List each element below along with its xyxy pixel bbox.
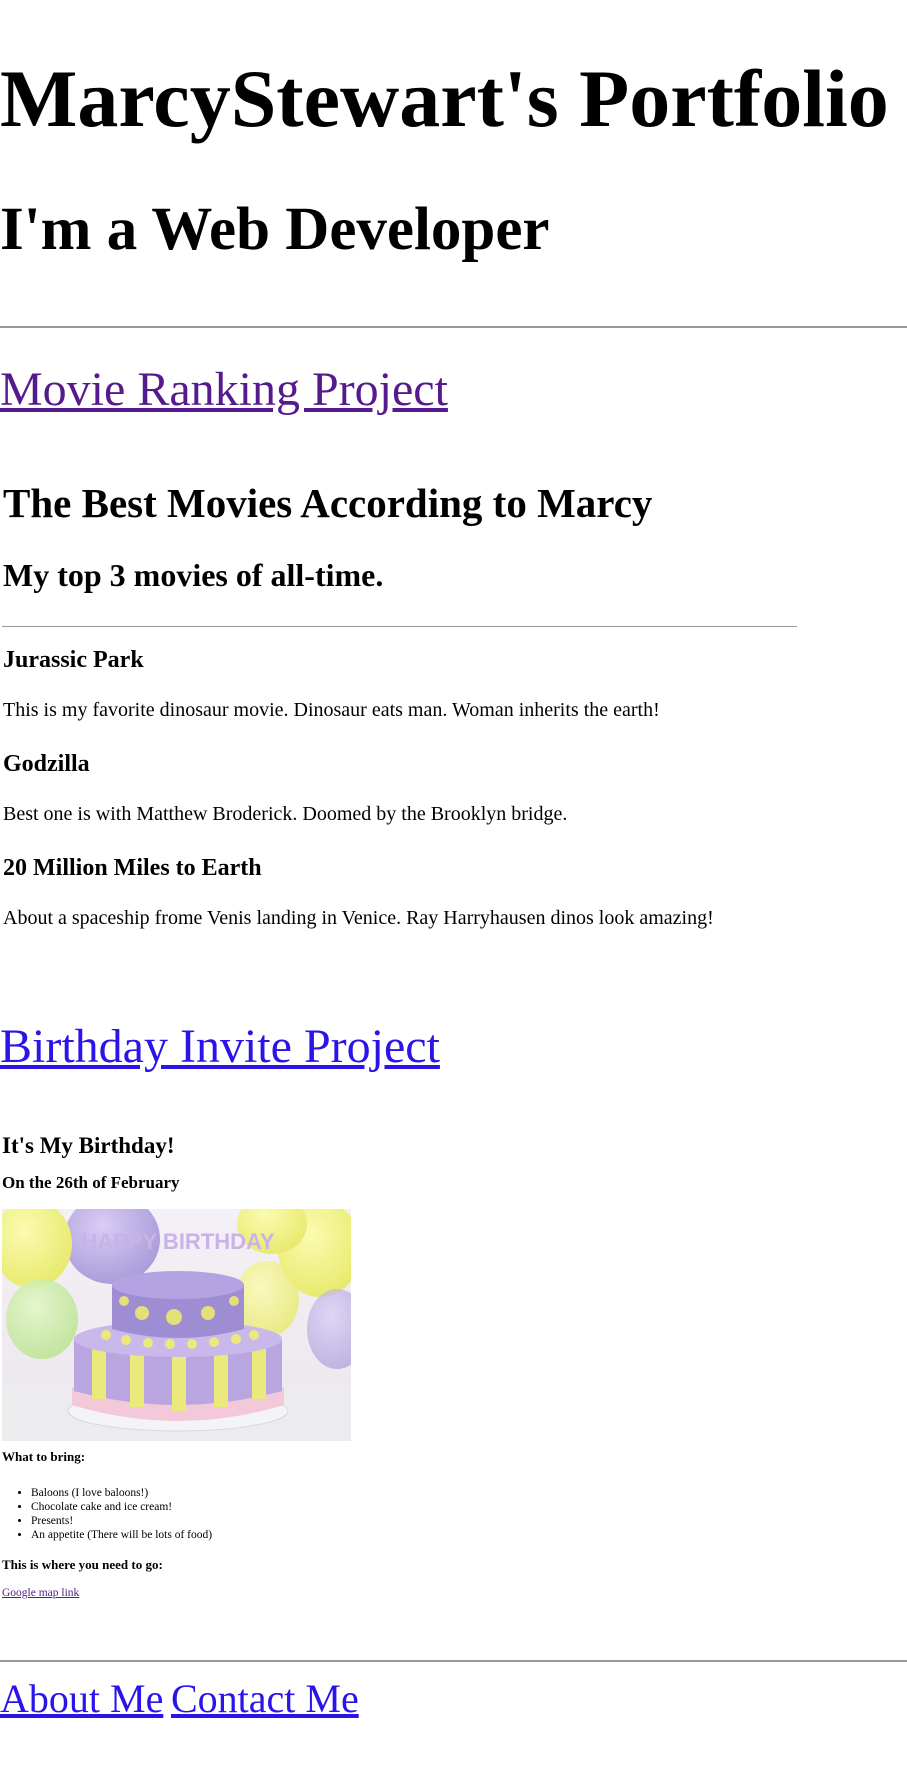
movie-divider xyxy=(2,626,797,627)
movie-description: Best one is with Matthew Broderick. Doom… xyxy=(3,803,568,825)
movie-title: 20 Million Miles to Earth xyxy=(3,855,262,881)
movie-title: Jurassic Park xyxy=(3,647,144,673)
divider-top xyxy=(0,326,907,328)
list-item: Chocolate cake and ice cream! xyxy=(31,1500,212,1514)
birthday-heading: It's My Birthday! xyxy=(2,1133,175,1158)
movie-project-link[interactable]: Movie Ranking Project xyxy=(0,361,448,419)
birthday-project-frame: It's My Birthday! On the 26th of Februar… xyxy=(0,1112,800,1622)
birthday-project-link[interactable]: Birthday Invite Project xyxy=(0,1018,440,1076)
cake-topper-text: HAPPY BIRTHDAY xyxy=(81,1229,274,1254)
birthday-date: On the 26th of February xyxy=(2,1173,180,1192)
bring-label: What to bring: xyxy=(2,1449,86,1464)
movie-description: This is my favorite dinosaur movie. Dino… xyxy=(3,699,660,721)
divider-bottom xyxy=(0,1660,907,1662)
list-item: Baloons (I love baloons!) xyxy=(31,1486,212,1500)
movie-description: About a spaceship frome Venis landing in… xyxy=(3,907,714,929)
page-title: MarcyStewart's Portfolio xyxy=(0,53,889,144)
about-me-link[interactable]: About Me xyxy=(0,1675,163,1723)
list-item: An appetite (There will be lots of food) xyxy=(31,1528,212,1542)
movie-subheading: My top 3 movies of all-time. xyxy=(3,557,384,593)
contact-me-link[interactable]: Contact Me xyxy=(171,1675,359,1723)
movie-heading: The Best Movies According to Marcy xyxy=(3,480,653,526)
birthday-cake-image: HAPPY BIRTHDAY xyxy=(2,1209,351,1441)
bring-list: Baloons (I love baloons!) Chocolate cake… xyxy=(0,1486,212,1542)
list-item: Presents! xyxy=(31,1514,212,1528)
location-label: This is where you need to go: xyxy=(2,1557,163,1572)
page-subtitle: I'm a Web Developer xyxy=(0,196,550,263)
movie-title: Godzilla xyxy=(3,751,90,777)
movie-project-frame: The Best Movies According to Marcy My to… xyxy=(0,460,800,940)
google-map-link[interactable]: Google map link xyxy=(2,1587,79,1601)
